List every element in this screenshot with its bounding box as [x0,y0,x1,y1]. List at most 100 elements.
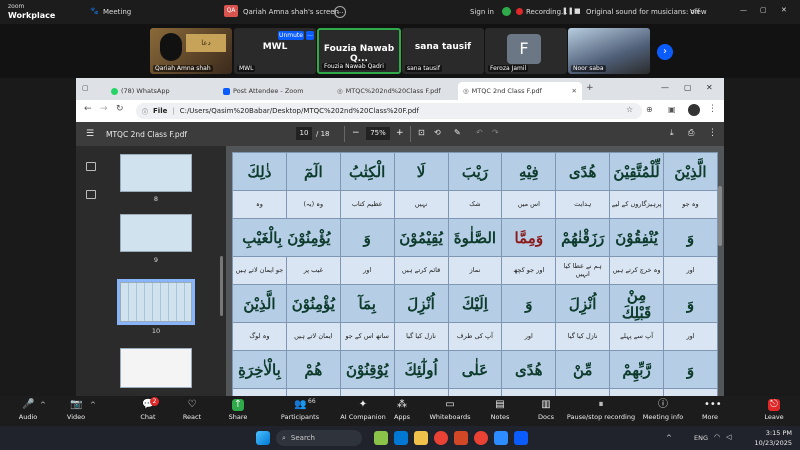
new-tab-icon[interactable]: + [586,83,594,93]
urdu-meaning [501,388,557,396]
minimize-icon[interactable]: — [740,7,747,14]
pause-stop-icon: ⏸ [598,399,604,410]
original-sound-toggle[interactable]: Original sound for musicians: off [586,9,700,16]
page-thumbnail[interactable] [120,214,192,252]
page-thumbnail-selected[interactable] [117,279,195,325]
print-icon[interactable]: ⎙ [688,128,694,138]
urdu-row: جو ایمان لاتے ہیں غیب پر اور قائم کرتے ہیں ن… [232,256,718,285]
close-icon[interactable]: ✕ [781,7,787,14]
arabic-word: اِلَيْكَ [447,284,503,323]
tab-list-icon[interactable]: ▢ [82,84,89,92]
rotate-icon[interactable]: ⟲ [434,128,441,137]
paw-icon[interactable]: 🐾 [90,8,99,15]
windows-start-icon[interactable] [256,431,270,445]
more-button[interactable]: ••• More [688,399,732,421]
zoom-workplace-taskbar-icon[interactable] [514,431,528,445]
share-button[interactable]: ↑ Share [216,399,260,421]
chrome-icon[interactable] [434,431,448,445]
page-total: / 18 [316,130,330,138]
task-view-icon[interactable] [374,431,388,445]
browser-menu-icon[interactable]: ⋮ [708,104,717,114]
participant-tile[interactable]: F Feroza Jamil [485,28,567,74]
participant-tile[interactable]: MWL Unmute … MWL [234,28,316,74]
participants-label: Participants [280,413,320,421]
powerpoint-icon[interactable] [454,431,468,445]
outline-view-icon[interactable] [86,190,96,199]
urdu-meaning: شک [447,190,503,219]
participant-tile[interactable]: دعا Qariah Amna shah [150,28,232,74]
tray-caret-icon[interactable]: ^ [666,434,672,442]
tab-whatsapp[interactable]: (78) WhatsApp [106,82,216,100]
wifi-icon[interactable]: ◠ [714,433,720,441]
video-caret-icon[interactable]: ^ [90,401,96,409]
zoom-plus-icon[interactable]: + [396,128,404,138]
thumbnails-view-icon[interactable] [86,162,96,171]
chrome-profile-icon[interactable] [474,431,488,445]
reload-icon[interactable]: ↻ [116,104,124,114]
tile-more-icon[interactable]: … [306,31,314,40]
tab-pdf-1[interactable]: ◎ MTQC%202nd%20Class F.pdf [332,82,456,100]
shield-icon[interactable] [502,7,511,16]
folder-icon[interactable] [414,431,428,445]
explorer-icon[interactable] [394,431,408,445]
clock-date[interactable]: 10/23/2025 [752,439,792,447]
window-minimize-icon[interactable]: — [661,83,669,92]
forward-icon[interactable]: → [100,104,108,114]
apps-button[interactable]: ⁂ Apps [380,399,424,421]
tab-pdf-active[interactable]: ◎ MTQC 2nd Class F.pdf ✕ [458,82,582,100]
meeting-info-label: Meeting info [642,413,684,421]
draw-icon[interactable]: ✎ [454,128,461,137]
pdf-more-icon[interactable]: ⋮ [708,128,717,138]
maximize-icon[interactable]: ▢ [760,7,767,14]
zoom-out-icon[interactable]: − [352,128,360,138]
whiteboards-button[interactable]: ▭ Whiteboards [424,399,476,421]
participant-tile[interactable]: Noor saba [568,28,650,74]
page-number-input[interactable]: 10 [296,127,312,140]
participants-button[interactable]: 👥 Participants [272,399,328,421]
view-button[interactable]: View [690,9,707,16]
react-button[interactable]: ♡ React [170,399,214,421]
unmute-button[interactable]: Unmute [278,31,304,40]
notes-button[interactable]: ▤ Notes [478,399,522,421]
thumbnail-scrollbar[interactable] [220,256,223,316]
window-maximize-icon[interactable]: ▢ [684,83,692,92]
fit-page-icon[interactable]: ⊡ [418,128,425,137]
undo-icon[interactable]: ↶ [476,128,483,137]
zoom-in-icon[interactable]: ⊕ [646,105,653,114]
viewer-scrollbar[interactable] [718,186,722,246]
sidebar-menu-icon[interactable]: ☰ [86,129,94,139]
bookmark-star-icon[interactable]: ☆ [626,105,633,114]
volume-icon[interactable]: ◁ [726,433,731,441]
extensions-icon[interactable]: ▣ [668,105,676,114]
meeting-info-button[interactable]: ⓘ Meeting info [638,399,688,421]
redo-icon[interactable]: ↷ [492,128,499,137]
share-options-icon[interactable]: … [334,6,346,18]
page-thumbnail[interactable] [120,154,192,192]
share-title: Qariah Amna shah's screen [243,8,340,16]
taskbar-search[interactable]: ⌕ Search [276,430,362,446]
profile-avatar[interactable] [688,104,700,116]
window-close-icon[interactable]: ✕ [706,83,713,92]
zoom-taskbar-icon[interactable] [494,431,508,445]
url-field[interactable]: ⓘ File | C:/Users/Qasim%20Babar/Desktop/… [136,103,642,119]
download-icon[interactable]: ⤓ [670,128,674,138]
next-participants-icon[interactable]: › [657,44,673,60]
tab-zoom[interactable]: Post Attendee - Zoom [218,82,330,100]
page-thumbnail[interactable] [120,348,192,388]
participant-tile-active[interactable]: Fouzia Nawab Q... Fouzia Nawab Qadri [317,28,401,74]
back-icon[interactable]: ← [84,104,92,114]
docs-button[interactable]: ▥ Docs [524,399,568,421]
chat-button[interactable]: 💬 Chat [126,399,170,421]
tab-close-icon[interactable]: ✕ [572,87,577,95]
leave-button[interactable]: ⎋ Leave [752,399,796,421]
zoom-level-field[interactable]: 75% [366,127,390,140]
meeting-label[interactable]: Meeting [103,9,131,16]
clock-time[interactable]: 3:15 PM [752,429,792,437]
participant-tile[interactable]: sana tausif sana tausif [402,28,484,74]
audio-caret-icon[interactable]: ^ [40,401,46,409]
pause-icon[interactable]: ❚❚ [562,8,574,15]
language-indicator[interactable]: ENG [694,434,708,442]
sign-in-link[interactable]: Sign in [470,9,494,16]
stop-icon[interactable]: ■ [574,8,581,15]
pause-recording-button[interactable]: ⏸ Pause/stop recording [566,399,636,421]
